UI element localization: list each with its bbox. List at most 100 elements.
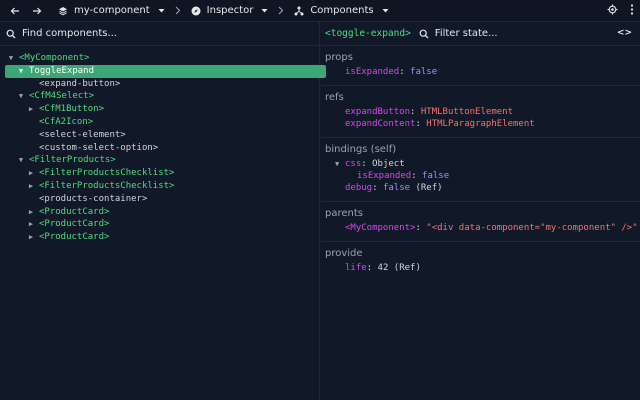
component-tree-panel: Find components... ▼ <MyComponent> ▼ Toggle… [0,22,326,400]
tree-node[interactable]: ▼ ToggleExpand [5,64,326,78]
inspector-header: <toggle-expand> Filter state... <> [321,22,640,46]
caret-down-icon [261,8,268,13]
state-row[interactable]: expandContent: HTMLParagraphElement [321,118,640,130]
tree-node[interactable]: <CfA2Icon> [0,116,319,129]
top-bar: my-component Inspector Components [0,0,640,22]
tree-node-label: <expand-button> [39,78,121,89]
collapse-arrow-icon[interactable]: ▶ [26,167,36,180]
tree-node[interactable]: <select-element> [0,129,319,142]
caret-down-icon [158,8,165,13]
tree-node-label: <CfM1Button> [39,104,105,115]
back-button[interactable] [4,0,26,22]
more-vertical-icon[interactable] [630,4,634,18]
tree-node[interactable]: ▼ <CfM4Select> [0,90,319,103]
component-tree: ▼ <MyComponent> ▼ ToggleExpand <expand-butto… [0,46,326,244]
crumb-inspector[interactable]: Inspector [191,0,269,22]
crumb-label: my-component [74,5,150,16]
state-key: expandButton [345,107,411,117]
state-row[interactable]: debug: false (Ref) [321,182,640,194]
forward-button[interactable] [26,0,48,22]
state-suffix: (Ref) [415,183,443,193]
state-value: HTMLButtonElement [420,107,513,117]
filter-state-input[interactable]: Filter state... [435,28,498,39]
tree-node-label: <MyComponent> [19,53,90,63]
collapse-arrow-icon[interactable]: ▶ [26,180,36,193]
tree-node-label: ToggleExpand [29,65,95,76]
state-inspector-panel: <toggle-expand> Filter state... <> props… [321,22,640,400]
layers-icon [58,6,68,16]
search-icon [6,29,16,39]
crumb-label: Inspector [206,5,254,16]
target-icon[interactable] [607,4,618,18]
props-section: props isExpanded: false [321,46,640,86]
crumb-label: Components [310,5,374,16]
tree-node[interactable]: ▶ <ProductCard> [0,218,319,231]
expand-arrow-icon[interactable]: ▼ [335,158,345,170]
tree-node[interactable]: ▶ <ProductCard> [0,206,319,219]
state-value: false [422,171,450,181]
state-value: 42 [377,263,389,273]
arrow-right-icon [33,7,42,14]
state-row[interactable]: expandButton: HTMLButtonElement [321,106,640,118]
state-row[interactable]: isExpanded: false [321,66,640,78]
section-title: parents [325,208,363,219]
state-row[interactable]: ▼ css: Object [321,158,640,170]
tree-node-label: <custom-select-option> [39,142,159,153]
state-key: isExpanded [357,171,412,181]
refs-section: refs expandButton: HTMLButtonElement exp… [321,86,640,138]
state-key: isExpanded [345,67,400,77]
caret-down-icon [382,8,389,13]
state-suffix: (Ref) [393,263,421,273]
parents-section: parents <MyComponent>: "<div data-compon… [321,202,640,242]
tree-node-label: <CfM4Select> [29,91,95,102]
section-title: bindings (self) [325,144,397,155]
chevron-right-icon [175,6,181,15]
expand-arrow-icon[interactable]: ▼ [16,154,26,167]
collapse-arrow-icon[interactable]: ▶ [26,218,36,231]
collapse-arrow-icon[interactable]: ▶ [26,231,36,244]
provide-section: provide life: 42 (Ref) [321,242,640,281]
state-value: false [410,67,438,77]
state-row[interactable]: <MyComponent>: "<div data-component="my-… [321,222,640,234]
crumb-my-component[interactable]: my-component [58,0,165,22]
section-title: provide [325,248,363,259]
tree-node[interactable]: <products-container> [0,193,319,206]
tree-node-label: <ProductCard> [39,206,110,217]
collapse-arrow-icon[interactable]: ▶ [26,206,36,219]
tree-node[interactable]: ▶ <ProductCard> [0,231,319,244]
state-key: <MyComponent> [345,223,416,233]
arrow-left-icon [10,7,19,14]
crumb-components[interactable]: Components [294,0,389,22]
components-icon [294,6,304,16]
state-row[interactable]: isExpanded: false [321,170,640,182]
collapse-arrow-icon[interactable]: ▶ [26,103,36,116]
state-value: Object [372,159,405,169]
selected-component-name: <toggle-expand> [325,28,411,39]
state-value: false [382,183,411,193]
expand-arrow-icon[interactable]: ▼ [16,65,26,78]
tree-node[interactable]: <custom-select-option> [0,142,319,155]
state-key: css [345,159,362,169]
search-icon [419,29,429,39]
state-value: HTMLParagraphElement [426,119,535,129]
tree-node[interactable]: ▶ <CfM1Button> [0,103,319,116]
search-input[interactable]: Find components... [22,28,117,39]
tree-node[interactable]: ▶ <FilterProductsChecklist> [0,167,319,180]
tree-node-label: <ProductCard> [39,232,110,243]
compass-icon [191,6,201,16]
tree-node-label: <FilterProducts> [29,155,116,166]
tree-node[interactable]: ▼ <MyComponent> [0,52,319,65]
code-icon[interactable]: <> [617,28,632,38]
tree-node[interactable]: ▼ <FilterProducts> [0,154,319,167]
state-row[interactable]: life: 42 (Ref) [321,262,640,274]
tree-node[interactable]: <expand-button> [0,78,319,91]
state-key: debug [345,183,373,193]
bindings-section: bindings (self) ▼ css: Object isExpanded:… [321,138,640,202]
state-value: "<div data-component="my-component" />" [426,223,638,233]
topbar-actions [607,0,634,22]
find-components-search[interactable]: Find components... [0,22,319,46]
expand-arrow-icon[interactable]: ▼ [16,90,26,103]
expand-arrow-icon[interactable]: ▼ [6,52,16,65]
tree-node-label: <FilterProductsChecklist> [39,180,175,191]
tree-node[interactable]: ▶ <FilterProductsChecklist> [0,180,319,193]
